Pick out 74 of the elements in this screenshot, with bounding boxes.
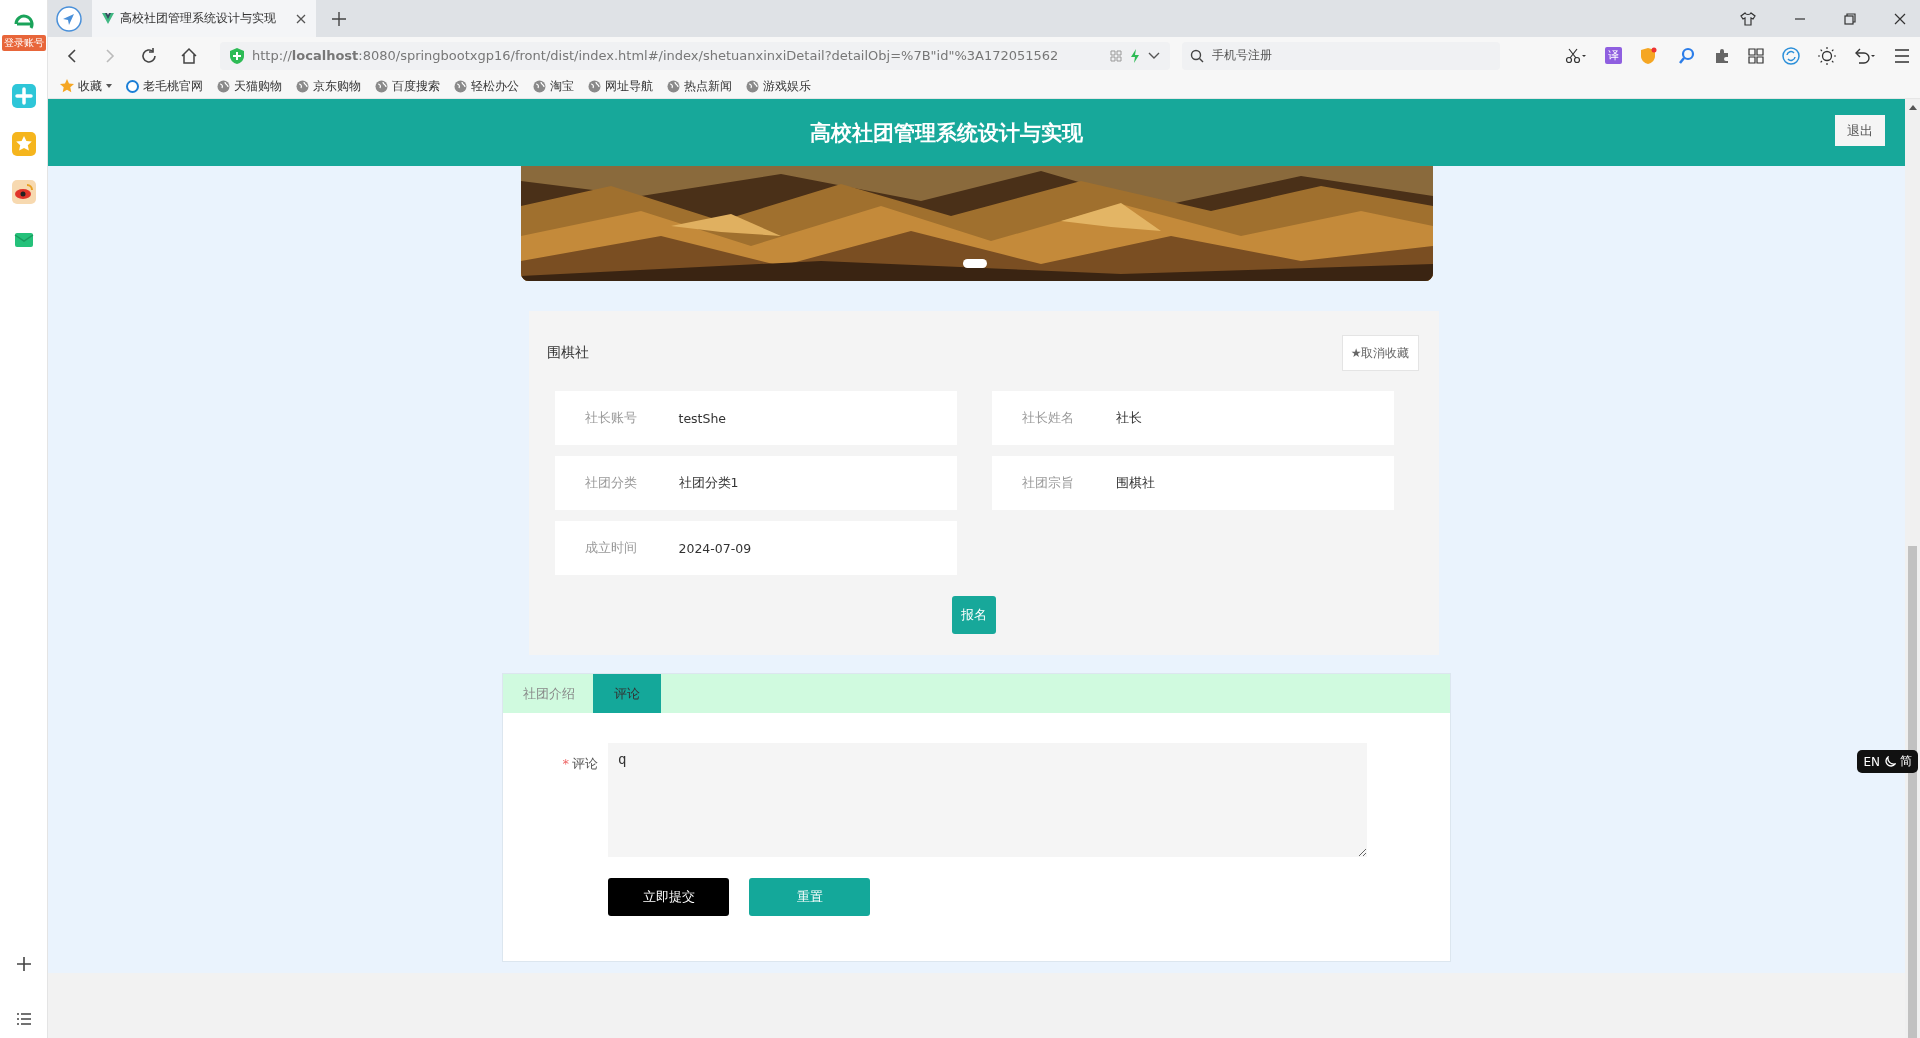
ime-script: 简 xyxy=(1900,753,1912,770)
globe-icon xyxy=(296,79,309,93)
shield-icon xyxy=(230,47,244,64)
bookmark[interactable]: 淘宝 xyxy=(533,78,574,94)
globe-icon xyxy=(533,79,546,93)
globe-icon xyxy=(454,79,467,93)
sun-icon[interactable] xyxy=(1818,46,1836,65)
field-value: testShe xyxy=(678,410,727,426)
grid-icon[interactable] xyxy=(1748,47,1764,64)
submit-button[interactable]: 立即提交 xyxy=(608,878,729,916)
tab-title: 高校社团管理系统设计与实现 xyxy=(120,10,277,27)
comment-label: * 评论 xyxy=(561,755,598,773)
field-label: 社长账号 xyxy=(584,409,638,427)
tab[interactable]: 评论 xyxy=(593,674,661,713)
add-icon[interactable] xyxy=(15,956,32,972)
globe-icon xyxy=(375,79,388,93)
globe-icon xyxy=(667,79,680,93)
url-text: http://localhost:8080/springbootxgp16/front/dist/index.html#/index/shetuanxinxiDetail?detailObj=%7B"id"%3A172051562 xyxy=(252,48,1060,63)
reload-icon[interactable] xyxy=(140,46,158,65)
unfavorite-button[interactable]: ★取消收藏 xyxy=(1341,335,1419,371)
comment-field[interactable]: q xyxy=(608,743,1367,857)
field-value: 社长 xyxy=(1115,409,1142,427)
star-app-icon[interactable] xyxy=(11,132,36,156)
bookmark[interactable]: 收藏 xyxy=(60,78,112,94)
chevron-down-icon[interactable] xyxy=(1148,51,1160,60)
carousel-indicator[interactable] xyxy=(962,259,987,268)
bookmark[interactable]: 热点新闻 xyxy=(667,78,732,94)
field-label: 社团分类 xyxy=(584,474,638,492)
search-field[interactable]: 手机号注册 xyxy=(1182,41,1500,70)
site-title: 高校社团管理系统设计与实现 xyxy=(810,119,1083,147)
restore-icon[interactable] xyxy=(1844,12,1856,25)
scissors-icon[interactable] xyxy=(1565,47,1587,64)
close-icon[interactable] xyxy=(296,13,306,24)
caret-icon xyxy=(106,84,112,88)
logout-button[interactable]: 退出 xyxy=(1835,115,1885,146)
eye-app-icon[interactable] xyxy=(11,180,36,204)
field-value: 2024-07-09 xyxy=(678,540,752,556)
undo-icon[interactable] xyxy=(1854,47,1876,64)
bookmark[interactable]: 轻松办公 xyxy=(454,78,519,94)
globe-icon xyxy=(588,79,601,93)
globe-icon xyxy=(126,79,139,93)
address-bar[interactable]: http://localhost:8080/springbootxgp16/front/dist/index.html#/index/shetuanxinxiDetail?detailObj=%7B"id"%3A172051562 xyxy=(220,41,1170,70)
skin-icon[interactable] xyxy=(1740,11,1756,26)
new-tab-icon[interactable] xyxy=(332,11,346,26)
home-icon[interactable] xyxy=(180,46,198,65)
ime-mode: EN xyxy=(1863,754,1880,769)
bookmark[interactable]: 京东购物 xyxy=(296,78,361,94)
browser-tab[interactable]: 高校社团管理系统设计与实现 xyxy=(92,0,316,37)
compass-icon[interactable] xyxy=(56,5,82,32)
field-label: 社长姓名 xyxy=(1021,409,1075,427)
search-icon xyxy=(1190,48,1204,63)
globe-icon xyxy=(217,79,230,93)
bookmark[interactable]: 游戏娱乐 xyxy=(746,78,811,94)
ime-indicator[interactable]: EN 简 xyxy=(1857,750,1918,773)
list-icon[interactable] xyxy=(15,1012,32,1026)
puzzle-icon[interactable] xyxy=(1714,47,1730,64)
magnifier-icon[interactable] xyxy=(1678,46,1696,65)
bookmark[interactable]: 百度搜索 xyxy=(375,78,440,94)
club-name: 围棋社 xyxy=(546,344,589,362)
menu-icon[interactable] xyxy=(1894,48,1910,63)
field-value: 社团分类1 xyxy=(678,474,739,492)
field-value: 围棋社 xyxy=(1115,474,1155,492)
close-icon[interactable] xyxy=(1894,12,1906,25)
bookmark[interactable]: 网址导航 xyxy=(588,78,653,94)
translate-button[interactable]: 译 xyxy=(1605,47,1622,64)
globe-icon xyxy=(746,79,759,93)
bookmark[interactable]: 老毛桃官网 xyxy=(126,78,203,94)
field-label: 成立时间 xyxy=(584,539,638,557)
moon-icon xyxy=(1884,755,1896,768)
field-label: 社团宗旨 xyxy=(1021,474,1075,492)
sync-icon[interactable] xyxy=(1782,46,1800,65)
star-icon xyxy=(60,79,74,93)
bookmark[interactable]: 天猫购物 xyxy=(217,78,282,94)
v-logo-icon xyxy=(102,13,114,24)
